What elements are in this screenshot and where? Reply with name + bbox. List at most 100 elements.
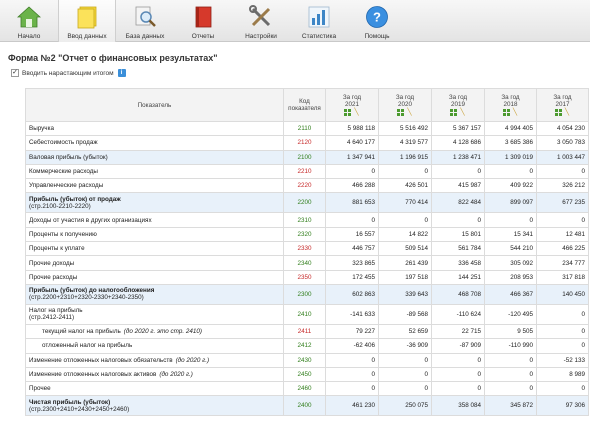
value-cell[interactable]: 0: [484, 366, 537, 383]
value-cell[interactable]: 677 235: [536, 192, 589, 214]
value-cell[interactable]: 358 084: [431, 395, 485, 417]
value-cell[interactable]: 4 994 405: [484, 120, 537, 137]
broom-icon[interactable]: ╲: [564, 109, 571, 116]
value-cell[interactable]: 0: [431, 212, 485, 228]
value-cell[interactable]: 461 230: [325, 395, 379, 417]
value-cell[interactable]: 0: [536, 303, 589, 325]
value-cell[interactable]: 0: [378, 352, 432, 368]
value-cell[interactable]: 16 557: [325, 226, 379, 243]
value-cell[interactable]: 5 516 492: [378, 120, 432, 137]
value-cell[interactable]: 426 501: [378, 178, 432, 194]
grid-icon[interactable]: [344, 108, 351, 116]
value-cell[interactable]: 250 075: [378, 395, 432, 417]
value-cell[interactable]: 0: [325, 163, 379, 180]
value-cell[interactable]: 79 227: [325, 323, 379, 340]
value-cell[interactable]: 0: [378, 381, 432, 397]
value-cell[interactable]: 0: [378, 212, 432, 228]
value-cell[interactable]: 0: [325, 212, 379, 228]
value-cell[interactable]: 0: [325, 381, 379, 397]
value-cell[interactable]: 5 367 157: [431, 120, 485, 137]
value-cell[interactable]: 14 822: [378, 226, 432, 243]
value-cell[interactable]: 323 865: [325, 255, 379, 271]
broom-icon[interactable]: ╲: [459, 109, 466, 116]
value-cell[interactable]: 3 685 386: [484, 135, 537, 151]
value-cell[interactable]: -62 406: [325, 338, 379, 354]
value-cell[interactable]: 22 715: [431, 323, 485, 340]
value-cell[interactable]: 0: [431, 163, 485, 180]
value-cell[interactable]: 1 003 447: [536, 149, 589, 165]
value-cell[interactable]: 1 196 915: [378, 149, 432, 165]
value-cell[interactable]: 326 212: [536, 178, 589, 194]
value-cell[interactable]: 317 818: [536, 269, 589, 285]
value-cell[interactable]: 3 050 783: [536, 135, 589, 151]
broom-icon[interactable]: ╲: [353, 109, 360, 116]
value-cell[interactable]: -89 568: [378, 303, 432, 325]
value-cell[interactable]: 822 484: [431, 192, 485, 214]
cumulative-checkbox[interactable]: ✓: [11, 69, 19, 77]
value-cell[interactable]: 172 455: [325, 269, 379, 285]
value-cell[interactable]: 881 653: [325, 192, 379, 214]
value-cell[interactable]: 468 708: [431, 283, 485, 305]
value-cell[interactable]: 97 306: [536, 395, 589, 417]
value-cell[interactable]: -110 990: [484, 338, 537, 354]
value-cell[interactable]: 0: [484, 212, 537, 228]
value-cell[interactable]: 0: [536, 323, 589, 340]
toolbar-item-reports[interactable]: Отчеты: [174, 0, 232, 42]
info-icon[interactable]: i: [117, 69, 126, 77]
value-cell[interactable]: 140 450: [536, 283, 589, 305]
value-cell[interactable]: 409 922: [484, 178, 537, 194]
value-cell[interactable]: 0: [431, 352, 485, 368]
value-cell[interactable]: 0: [378, 366, 432, 383]
value-cell[interactable]: 0: [378, 163, 432, 180]
value-cell[interactable]: 509 514: [378, 241, 432, 257]
value-cell[interactable]: 1 238 471: [431, 149, 485, 165]
broom-icon[interactable]: ╲: [512, 109, 519, 116]
value-cell[interactable]: 602 863: [325, 283, 379, 305]
value-cell[interactable]: 770 414: [378, 192, 432, 214]
grid-icon[interactable]: [397, 108, 404, 116]
value-cell[interactable]: 234 777: [536, 255, 589, 271]
value-cell[interactable]: 0: [536, 163, 589, 180]
value-cell[interactable]: 305 092: [484, 255, 537, 271]
value-cell[interactable]: -52 133: [536, 352, 589, 368]
grid-icon[interactable]: [554, 108, 562, 116]
value-cell[interactable]: 0: [325, 352, 379, 368]
value-cell[interactable]: 446 757: [325, 241, 379, 257]
value-cell[interactable]: 466 288: [325, 178, 379, 194]
value-cell[interactable]: 0: [536, 338, 589, 354]
value-cell[interactable]: 261 439: [378, 255, 432, 271]
value-cell[interactable]: 1 347 941: [325, 149, 379, 165]
value-cell[interactable]: -141 633: [325, 303, 379, 325]
value-cell[interactable]: 15 801: [431, 226, 485, 243]
value-cell[interactable]: 0: [431, 381, 485, 397]
value-cell[interactable]: 345 872: [484, 395, 537, 417]
toolbar-item-settings[interactable]: Настройки: [232, 0, 290, 42]
value-cell[interactable]: 9 505: [484, 323, 537, 340]
value-cell[interactable]: 544 210: [484, 241, 537, 257]
value-cell[interactable]: 4 319 577: [378, 135, 432, 151]
value-cell[interactable]: 52 659: [378, 323, 432, 340]
value-cell[interactable]: 8 989: [536, 366, 589, 383]
value-cell[interactable]: 466 367: [484, 283, 537, 305]
value-cell[interactable]: 0: [484, 381, 537, 397]
value-cell[interactable]: 0: [536, 381, 589, 397]
toolbar-item-help[interactable]: ? Помощь: [348, 0, 406, 42]
value-cell[interactable]: 415 987: [431, 178, 485, 194]
value-cell[interactable]: 15 341: [484, 226, 537, 243]
value-cell[interactable]: 0: [325, 366, 379, 383]
value-cell[interactable]: 339 643: [378, 283, 432, 305]
value-cell[interactable]: 4 054 230: [536, 120, 589, 137]
value-cell[interactable]: 336 458: [431, 255, 485, 271]
value-cell[interactable]: 466 225: [536, 241, 589, 257]
value-cell[interactable]: -87 909: [431, 338, 485, 354]
value-cell[interactable]: 0: [431, 366, 485, 383]
value-cell[interactable]: 0: [484, 352, 537, 368]
value-cell[interactable]: 5 988 118: [325, 120, 379, 137]
toolbar-item-database[interactable]: База данных: [116, 0, 174, 42]
value-cell[interactable]: 1 309 019: [484, 149, 537, 165]
grid-icon[interactable]: [450, 108, 457, 116]
toolbar-item-statistics[interactable]: Статистика: [290, 0, 348, 42]
value-cell[interactable]: 899 097: [484, 192, 537, 214]
value-cell[interactable]: -110 624: [431, 303, 485, 325]
broom-icon[interactable]: ╲: [406, 109, 413, 116]
